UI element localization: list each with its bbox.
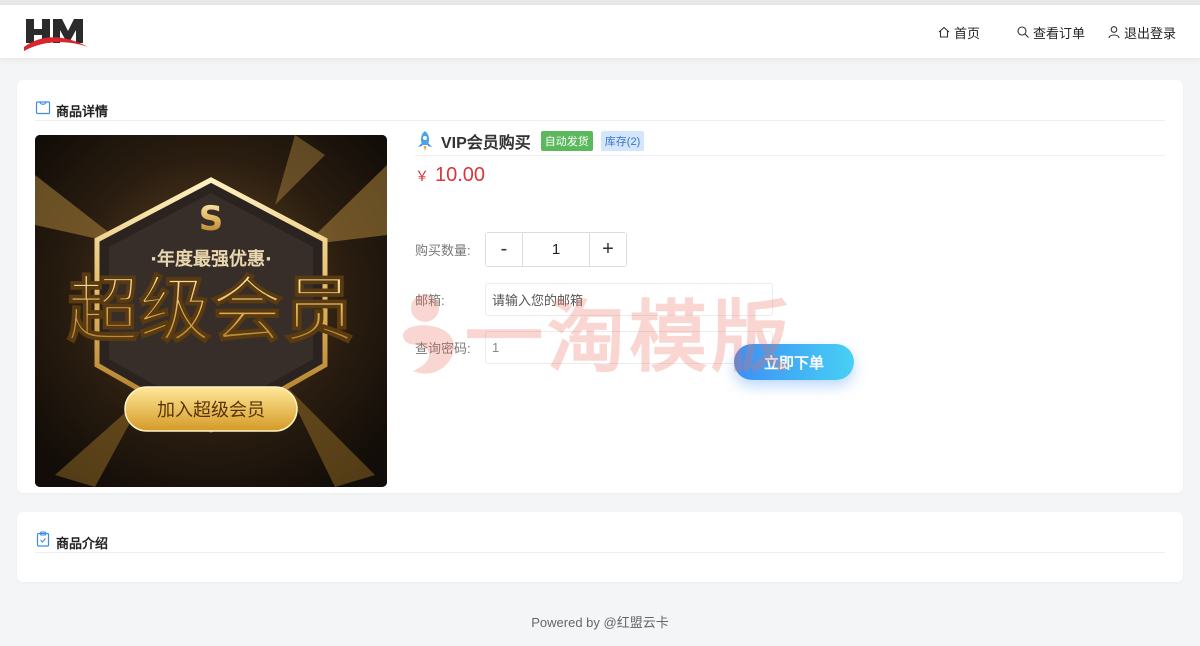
email-field[interactable]: 请输入您的邮箱 — [485, 283, 773, 316]
auto-delivery-badge: 自动发货 — [540, 130, 593, 151]
product-title-row: VIP会员购买 自动发货 库存(2) — [415, 128, 1165, 156]
image-tagline: ·年度最强优惠· — [150, 248, 272, 270]
product-intro-card: 商品介绍 — [17, 512, 1183, 582]
product-info: VIP会员购买 自动发货 库存(2) ￥ 10.00 购买数量: - 1 + 邮… — [415, 128, 1165, 380]
nav-logout[interactable]: 退出登录 — [1107, 23, 1176, 42]
password-label: 查询密码: — [415, 341, 471, 356]
home-icon — [937, 25, 951, 39]
product-detail-title: 商品详情 — [56, 103, 109, 119]
product-name: VIP会员购买 — [441, 134, 531, 152]
footer: Powered by @红盟云卡 — [0, 612, 1200, 631]
bag-icon — [35, 99, 51, 115]
nav-orders[interactable]: 查看订单 — [1016, 23, 1085, 42]
stock-badge: 库存(2) — [600, 130, 645, 151]
product-intro-title: 商品介绍 — [56, 535, 109, 551]
product-detail-header: 商品详情 — [35, 94, 1165, 121]
quantity-minus-button[interactable]: - — [486, 233, 522, 266]
currency-symbol: ￥ — [415, 168, 429, 184]
email-row: 邮箱: 请输入您的邮箱 — [415, 283, 773, 316]
rocket-icon — [415, 130, 435, 152]
nav-home[interactable]: 首页 — [937, 23, 980, 42]
email-label: 邮箱: — [415, 293, 445, 308]
price-value: 10.00 — [435, 164, 486, 186]
clipboard-icon — [35, 531, 51, 547]
submit-order-button[interactable]: 立即下单 — [734, 344, 854, 380]
product-image: S ·年度最强优惠· 超级会员 加入超级会员 — [35, 135, 387, 487]
quantity-label: 购买数量: — [415, 243, 471, 258]
quantity-row: 购买数量: - 1 + — [415, 232, 627, 267]
product-intro-header: 商品介绍 — [35, 526, 1165, 553]
search-icon — [1016, 25, 1030, 39]
query-password-field[interactable]: 1 — [485, 331, 773, 364]
product-detail-card: 商品详情 S ·年度最强优惠· 超级会员 加入超级会员 VIP会员购买 自动发货… — [17, 80, 1183, 493]
nav-orders-label: 查看订单 — [1032, 25, 1085, 41]
nav-links: 首页 查看订单 退出登录 — [937, 5, 1176, 59]
quantity-plus-button[interactable]: + — [590, 233, 626, 266]
image-emblem: S — [199, 199, 224, 239]
quantity-input[interactable]: 1 — [522, 233, 590, 266]
footer-powered-by: Powered by @红盟云卡 — [531, 615, 669, 630]
password-row: 查询密码: 1 — [415, 331, 773, 364]
site-logo[interactable] — [22, 13, 92, 53]
user-icon — [1107, 25, 1121, 39]
image-headline: 超级会员 — [67, 268, 355, 352]
nav-home-label: 首页 — [953, 25, 980, 41]
nav-logout-label: 退出登录 — [1123, 25, 1176, 41]
product-price: ￥ 10.00 — [415, 164, 1165, 188]
quantity-stepper: - 1 + — [485, 232, 627, 267]
navbar: 首页 查看订单 退出登录 — [0, 5, 1200, 59]
image-button: 加入超级会员 — [157, 400, 265, 421]
